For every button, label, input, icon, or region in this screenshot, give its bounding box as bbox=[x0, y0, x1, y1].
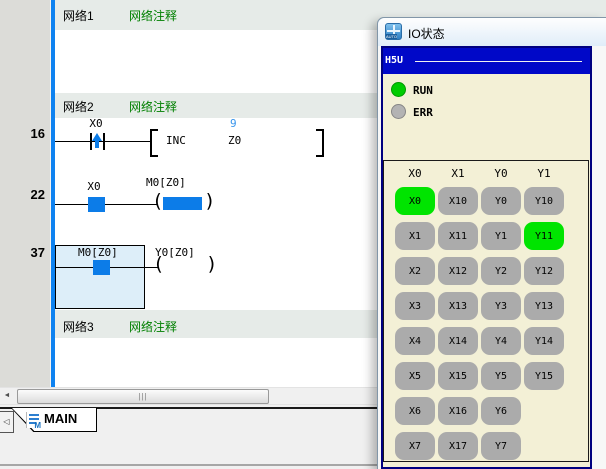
io-button-y11[interactable]: Y11 bbox=[524, 222, 564, 250]
io-button-x3[interactable]: X3 bbox=[395, 292, 435, 320]
device-header-rule bbox=[415, 61, 582, 62]
io-button-x13[interactable]: X13 bbox=[438, 292, 478, 320]
column-header-x1: X1 bbox=[438, 167, 478, 180]
io-button-y15[interactable]: Y15 bbox=[524, 362, 564, 390]
contact-bar-right bbox=[103, 133, 105, 150]
step-number-16: 16 bbox=[5, 126, 45, 141]
main-icon-letter: M bbox=[34, 421, 41, 430]
contact-energized[interactable] bbox=[88, 197, 105, 212]
network-2-label: 网络2 bbox=[63, 98, 94, 115]
auto-icon-text: AUTO bbox=[386, 34, 397, 39]
column-header-x0: X0 bbox=[395, 167, 435, 180]
io-button-y7[interactable]: Y7 bbox=[481, 432, 521, 460]
io-button-x1[interactable]: X1 bbox=[395, 222, 435, 250]
io-button-x0[interactable]: X0 bbox=[395, 187, 435, 215]
status-strip bbox=[0, 464, 377, 466]
io-button-y3[interactable]: Y3 bbox=[481, 292, 521, 320]
instruction-open-bracket bbox=[150, 129, 158, 157]
device-header-band: H5U bbox=[383, 48, 590, 74]
coil-paren-open: ( bbox=[153, 255, 164, 274]
step-number-37: 37 bbox=[5, 245, 45, 260]
io-button-y1[interactable]: Y1 bbox=[481, 222, 521, 250]
ladder-wire bbox=[55, 204, 157, 205]
io-button-x4[interactable]: X4 bbox=[395, 327, 435, 355]
scrollbar-grip-icon: ||| bbox=[138, 392, 147, 401]
err-indicator-label: ERR bbox=[413, 106, 433, 119]
plc-ide-screen: 网络1 网络注释 网络2 网络注释 网络3 网络注释 X0 INC 9 Z0 bbox=[0, 0, 606, 469]
instruction-operand[interactable]: Z0 bbox=[228, 134, 241, 147]
io-button-y6[interactable]: Y6 bbox=[481, 397, 521, 425]
scroll-left-arrow-icon[interactable]: ◄ bbox=[0, 388, 14, 404]
contact-label[interactable]: M0[Z0] bbox=[78, 246, 118, 259]
coil-label[interactable]: M0[Z0] bbox=[146, 176, 186, 189]
io-button-y10[interactable]: Y10 bbox=[524, 187, 564, 215]
io-button-x7[interactable]: X7 bbox=[395, 432, 435, 460]
io-button-y4[interactable]: Y4 bbox=[481, 327, 521, 355]
io-status-dialog[interactable]: AUTO IO状态 H5U RUN ERR X0 bbox=[377, 17, 606, 469]
io-button-x5[interactable]: X5 bbox=[395, 362, 435, 390]
step-number-22: 22 bbox=[5, 187, 45, 202]
contact-energized[interactable] bbox=[93, 260, 110, 275]
dialog-title: IO状态 bbox=[408, 25, 445, 42]
io-button-x2[interactable]: X2 bbox=[395, 257, 435, 285]
io-button-y5[interactable]: Y5 bbox=[481, 362, 521, 390]
io-button-y12[interactable]: Y12 bbox=[524, 257, 564, 285]
io-button-x10[interactable]: X10 bbox=[438, 187, 478, 215]
io-button-x12[interactable]: X12 bbox=[438, 257, 478, 285]
scrollbar-thumb[interactable]: ||| bbox=[17, 389, 269, 404]
instruction-close-bracket bbox=[316, 129, 324, 157]
io-button-x15[interactable]: X15 bbox=[438, 362, 478, 390]
coil-energized[interactable] bbox=[163, 197, 202, 210]
contact-label[interactable]: X0 bbox=[85, 117, 107, 130]
tab-scroll-left-button[interactable]: ◁ bbox=[0, 411, 14, 433]
network-2-comment[interactable]: 网络注释 bbox=[129, 98, 177, 115]
coil-paren-open: ( bbox=[152, 192, 163, 211]
line-number-gutter: 16 22 37 bbox=[0, 0, 51, 387]
dialog-titlebar[interactable]: AUTO IO状态 bbox=[378, 18, 606, 47]
network-3-comment[interactable]: 网络注释 bbox=[129, 318, 177, 335]
run-indicator-light bbox=[391, 82, 406, 97]
device-label: H5U bbox=[385, 55, 403, 66]
io-button-y14[interactable]: Y14 bbox=[524, 327, 564, 355]
network-1-label: 网络1 bbox=[63, 7, 94, 24]
io-button-y2[interactable]: Y2 bbox=[481, 257, 521, 285]
io-button-x11[interactable]: X11 bbox=[438, 222, 478, 250]
rising-edge-stem bbox=[95, 141, 99, 148]
rising-edge-arrow-icon[interactable] bbox=[92, 133, 102, 141]
coil-paren-close: ) bbox=[204, 192, 215, 211]
io-button-x14[interactable]: X14 bbox=[438, 327, 478, 355]
contact-label[interactable]: X0 bbox=[83, 180, 105, 193]
io-button-y13[interactable]: Y13 bbox=[524, 292, 564, 320]
err-indicator-light bbox=[391, 104, 406, 119]
horizontal-scrollbar[interactable]: ◄ ||| bbox=[0, 387, 377, 405]
power-rail bbox=[51, 0, 55, 387]
io-button-y0[interactable]: Y0 bbox=[481, 187, 521, 215]
io-button-grid: X0 X1 Y0 Y1 X0X10Y0Y10X1X11Y1Y11X2X12Y2Y… bbox=[383, 160, 589, 462]
operand-current-value: 9 bbox=[230, 117, 237, 130]
network-1-comment[interactable]: 网络注释 bbox=[129, 7, 177, 24]
column-header-y0: Y0 bbox=[481, 167, 521, 180]
device-groupbox: H5U RUN ERR X0 X1 Y0 Y1 X0X10Y0Y10 bbox=[381, 46, 592, 469]
io-button-x16[interactable]: X16 bbox=[438, 397, 478, 425]
io-auto-icon: AUTO bbox=[385, 23, 402, 40]
io-button-x17[interactable]: X17 bbox=[438, 432, 478, 460]
main-program-icon: M bbox=[26, 412, 41, 428]
column-header-y1: Y1 bbox=[524, 167, 564, 180]
tab-main-label[interactable]: MAIN bbox=[44, 411, 77, 426]
dialog-client-area: H5U RUN ERR X0 X1 Y0 Y1 X0X10Y0Y10 bbox=[378, 46, 606, 469]
coil-paren-close: ) bbox=[206, 255, 217, 274]
run-indicator-label: RUN bbox=[413, 84, 433, 97]
instruction-mnemonic[interactable]: INC bbox=[166, 134, 186, 147]
io-button-x6[interactable]: X6 bbox=[395, 397, 435, 425]
network-3-label: 网络3 bbox=[63, 318, 94, 335]
